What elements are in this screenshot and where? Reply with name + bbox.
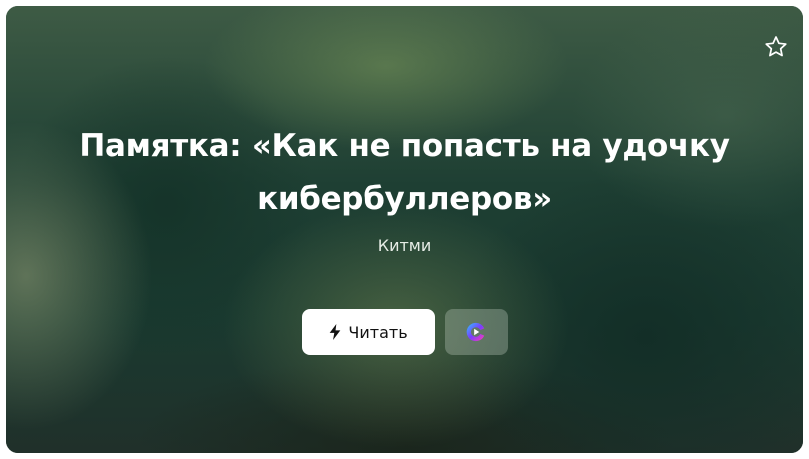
read-button[interactable]: Читать <box>301 309 435 355</box>
card-content: Памятка: «Как не попасть на удочку кибер… <box>6 120 803 256</box>
card-actions: Читать <box>6 309 803 355</box>
book-card[interactable]: Памятка: «Как не попасть на удочку кибер… <box>6 6 803 453</box>
book-title: Памятка: «Как не попасть на удочку кибер… <box>79 128 730 217</box>
lightning-icon <box>330 324 341 340</box>
video-service-button[interactable] <box>444 309 508 355</box>
video-play-app-icon <box>466 322 485 342</box>
star-outline-icon <box>765 36 787 57</box>
read-button-label: Читать <box>348 322 408 342</box>
book-author: Китми <box>377 236 432 255</box>
favorite-button[interactable] <box>761 32 791 62</box>
